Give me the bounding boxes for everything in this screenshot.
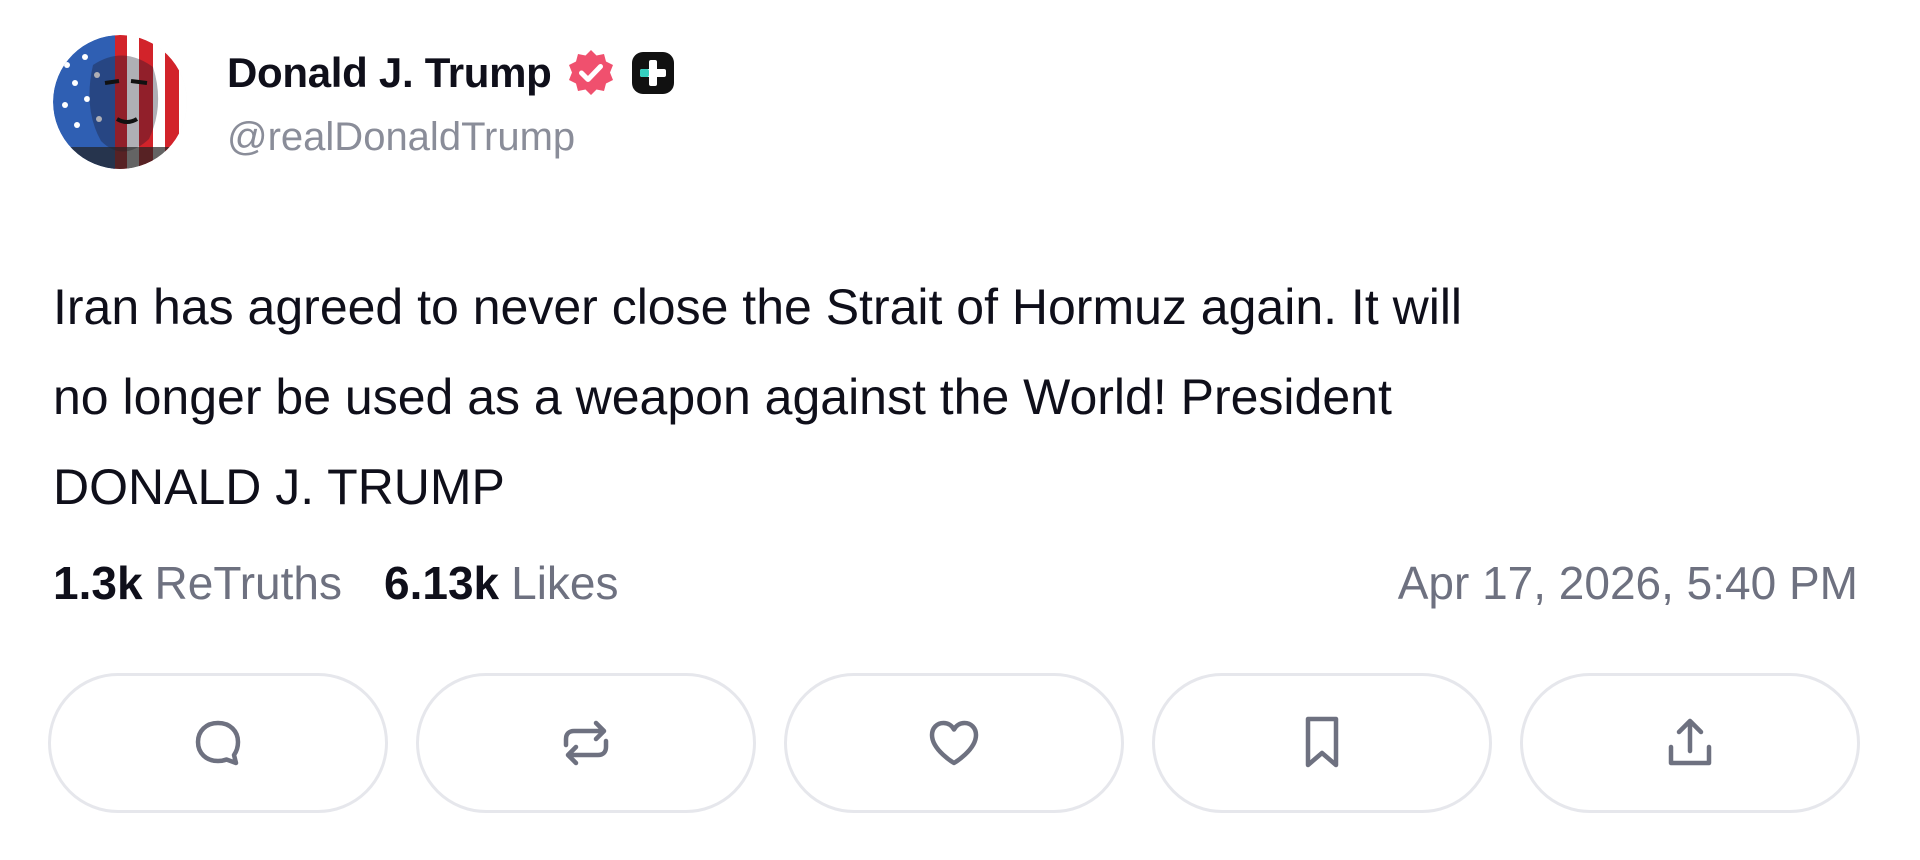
post-timestamp: Apr 17, 2026, 5:40 PM bbox=[1397, 557, 1858, 609]
bookmark-button[interactable] bbox=[1152, 673, 1492, 813]
avatar-image bbox=[53, 35, 187, 169]
reply-button[interactable] bbox=[48, 673, 388, 813]
bookmark-icon bbox=[1305, 716, 1339, 768]
likes-count: 6.13k bbox=[384, 557, 500, 609]
author-name-row: Donald J. Trump bbox=[227, 45, 676, 101]
like-button[interactable] bbox=[784, 673, 1124, 813]
retruths-count: 1.3k bbox=[53, 557, 143, 609]
avatar[interactable] bbox=[53, 35, 187, 169]
comment-icon bbox=[195, 720, 241, 766]
heart-icon bbox=[929, 720, 979, 766]
plus-badge-icon bbox=[630, 50, 676, 96]
retruth-button[interactable] bbox=[416, 673, 756, 813]
verified-badge-icon bbox=[566, 48, 616, 98]
action-bar bbox=[48, 673, 1860, 813]
retruths-stat[interactable]: 1.3k ReTruths bbox=[53, 556, 342, 610]
post-text: Iran has agreed to never close the Strai… bbox=[53, 279, 1463, 515]
truth-post-card: Donald J. Trump @realDonaldTrump Iran ha… bbox=[0, 0, 1920, 860]
retruths-label: ReTruths bbox=[154, 557, 342, 609]
share-icon bbox=[1668, 718, 1712, 766]
repost-icon bbox=[563, 720, 609, 766]
author-identity: Donald J. Trump @realDonaldTrump bbox=[227, 45, 676, 160]
post-header: Donald J. Trump @realDonaldTrump bbox=[53, 35, 676, 169]
likes-label: Likes bbox=[511, 557, 619, 609]
post-stats: 1.3k ReTruths 6.13k Likes Apr 17, 2026, … bbox=[53, 556, 1858, 610]
author-display-name[interactable]: Donald J. Trump bbox=[227, 49, 552, 97]
share-button[interactable] bbox=[1520, 673, 1860, 813]
author-handle[interactable]: @realDonaldTrump bbox=[227, 115, 676, 160]
likes-stat[interactable]: 6.13k Likes bbox=[384, 556, 619, 610]
